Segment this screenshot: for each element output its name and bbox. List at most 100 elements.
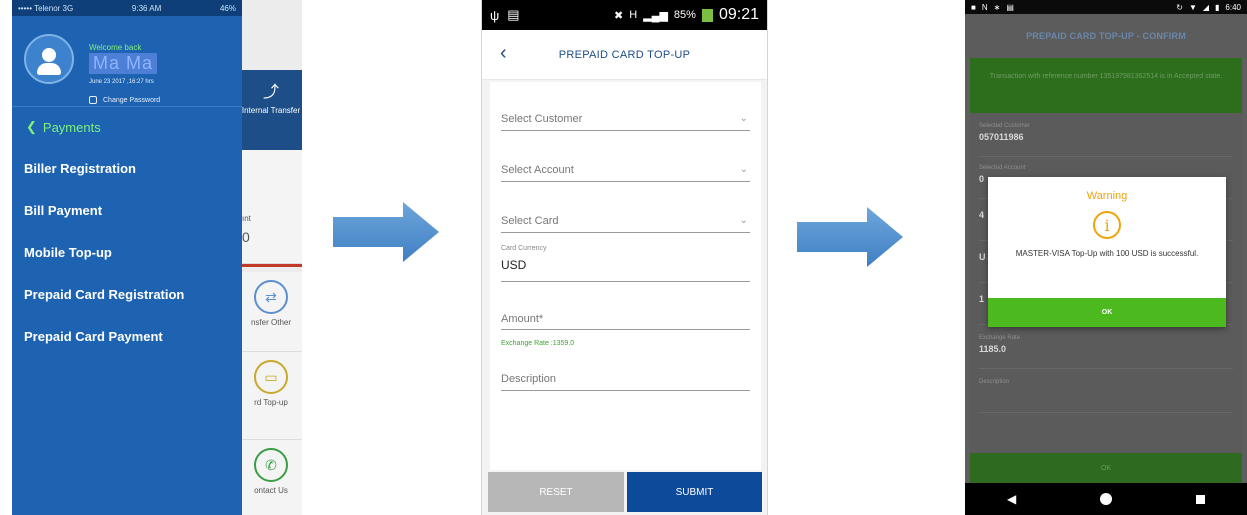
profile-header: Welcome back Ma Ma June 23 2017 ,16:27 h… (12, 16, 242, 106)
image-icon: ▤ (1006, 2, 1014, 12)
dialog-ok-button[interactable]: OK (988, 298, 1226, 327)
change-password-link[interactable]: Change Password (89, 96, 160, 104)
submit-button[interactable]: SUBMIT (627, 472, 762, 512)
transaction-banner: Transaction with reference number 135137… (970, 58, 1242, 113)
exchange-rate-label: Exchange Rate (979, 335, 1021, 341)
warning-dialog: Warning i MASTER-VISA Top-Up with 100 US… (988, 177, 1226, 327)
status-bar: ••••• Telenor 3G 9:36 AM 46% (12, 0, 242, 16)
transfer-other-icon: ⇄ (254, 280, 288, 314)
user-icon-body (37, 63, 61, 75)
status-bar: ■ N ∗ ▤ ↻ ▼ ◢ ▮ 6:40 (965, 0, 1247, 14)
lock-icon (89, 96, 97, 104)
customer-select[interactable]: Select Customer ⌄ (501, 109, 750, 131)
internal-transfer-label: Internal Transfer (241, 106, 301, 115)
background-card-topup-label: rd Top-up (254, 398, 288, 407)
mute-icon: ✖ (614, 9, 624, 22)
amount-placeholder: Amount* (501, 313, 544, 325)
n-icon: N (981, 2, 988, 12)
selected-customer-label: Selected Customer (979, 123, 1031, 129)
description-row: Description (979, 379, 1233, 413)
card-currency-label: Card Currency (501, 245, 547, 252)
menu-item-prepaid-card-registration[interactable]: Prepaid Card Registration (12, 273, 242, 315)
bluetooth-icon: ∗ (993, 2, 1001, 12)
navigation-drawer: ••••• Telenor 3G 9:36 AM 46% Welcome bac… (12, 0, 242, 515)
transfer-icon: ⤴ (262, 84, 279, 101)
exchange-rate-value: 1185.0 (979, 344, 1007, 354)
selected-account-label: Selected Account (979, 165, 1026, 171)
battery-icon (701, 8, 713, 22)
description-placeholder: Description (501, 373, 557, 385)
chevron-down-icon: ⌄ (739, 215, 748, 226)
card-topup-icon: ▭ (254, 360, 288, 394)
background-transfer-other-tile[interactable]: ⇄ nsfer Other (240, 272, 302, 352)
flow-canvas: ınt 0 ⇄ nsfer Other ▭ rd Top-up ✆ ontact… (0, 0, 1247, 515)
background-contact-label: ontact Us (254, 486, 288, 495)
status-bar: ψ ▤ ✖ H ▂▄▆ 85% 09:21 (482, 0, 767, 30)
internal-transfer-shortcut[interactable]: ⤴ Internal Transfer (240, 78, 302, 115)
chevron-left-icon[interactable]: ‹ (500, 42, 507, 65)
description-label: Description (979, 379, 1010, 385)
screen-topup-confirm: ■ N ∗ ▤ ↻ ▼ ◢ ▮ 6:40 PREPAID CARD TOP-UP… (965, 0, 1247, 515)
account-select[interactable]: Select Account ⌄ (501, 160, 750, 182)
info-icon: i (1093, 211, 1121, 239)
description-input[interactable]: Description (501, 369, 750, 391)
battery-icon: ▮ (1215, 2, 1220, 12)
user-name: Ma Ma (89, 53, 158, 74)
account-select-placeholder: Select Account (501, 164, 574, 176)
amount-input[interactable]: Amount* (501, 309, 750, 330)
form-card: Select Customer ⌄ Select Account ⌄ Selec… (490, 82, 761, 470)
page-title: PREPAID CARD TOP-UP (558, 48, 691, 61)
network-type: H (629, 9, 638, 21)
welcome-text: Welcome back (89, 43, 142, 52)
background-contact-tile[interactable]: ✆ ontact Us (240, 440, 302, 515)
signal-icon: ▂▄▆ (643, 9, 668, 22)
card-select-placeholder: Select Card (501, 215, 559, 227)
background-amount-label: ınt (242, 214, 251, 223)
change-password-label: Change Password (103, 96, 161, 104)
status-time: 09:21 (718, 6, 759, 23)
screen-side-menu: ınt 0 ⇄ nsfer Other ▭ rd Top-up ✆ ontact… (12, 0, 302, 515)
flow-arrow-right-icon (797, 207, 903, 267)
menu-list: ❮ Payments Biller Registration Bill Paym… (12, 106, 242, 357)
menu-item-prepaid-card-payment[interactable]: Prepaid Card Payment (12, 315, 242, 357)
dialog-title: Warning (1086, 190, 1128, 202)
avatar[interactable] (24, 34, 74, 84)
user-icon (42, 48, 56, 62)
menu-item-mobile-topup[interactable]: Mobile Top-up (12, 231, 242, 273)
background-transfer-other-label: nsfer Other (250, 318, 291, 327)
status-time: 9:36 AM (131, 3, 162, 13)
image-icon: ▤ (507, 7, 520, 22)
signal-icon: ◢ (1202, 2, 1210, 12)
menu-item-biller-registration[interactable]: Biller Registration (12, 147, 242, 189)
chevron-down-icon: ⌄ (739, 113, 748, 124)
usb-icon: ψ (490, 7, 500, 23)
carrier-label: ••••• Telenor 3G (18, 3, 74, 13)
battery-level: 85% (673, 9, 696, 21)
status-time: 6:40 (1225, 2, 1241, 12)
screen-prepaid-topup-form: ψ ▤ ✖ H ▂▄▆ 85% 09:21 ‹ PREPAID CARD TOP… (481, 0, 768, 515)
exchange-rate-row: Exchange Rate 1185.0 (979, 335, 1233, 369)
exchange-rate-text: Exchange Rate :1359.0 (501, 340, 575, 347)
flow-arrow-right-icon (333, 202, 439, 262)
background-amount: 0 (242, 229, 250, 245)
background-amount-tile: ınt 0 (240, 150, 302, 264)
selected-customer-row: Selected Customer 057011986 (979, 123, 1233, 157)
card-currency-field: Card Currency USD (501, 245, 750, 282)
card-select[interactable]: Select Card ⌄ (501, 211, 750, 233)
wifi-icon: ▼ (1188, 2, 1197, 12)
menu-back-label: Payments (42, 119, 101, 135)
menu-item-bill-payment[interactable]: Bill Payment (12, 189, 242, 231)
home-circle-icon[interactable] (1100, 493, 1113, 505)
background-card-topup-tile[interactable]: ▭ rd Top-up (240, 352, 302, 440)
phone-icon: ✆ (254, 448, 288, 482)
battery-level: 46% (219, 3, 236, 13)
reset-button[interactable]: RESET (488, 472, 624, 512)
sync-icon: ↻ (1176, 2, 1183, 12)
menu-back-payments[interactable]: ❮ Payments (12, 106, 242, 147)
android-nav-bar: ◀ (965, 483, 1247, 515)
chevron-left-icon: ❮ (26, 119, 37, 134)
confirm-ok-button[interactable]: OK (970, 453, 1242, 483)
recents-square-icon[interactable] (1196, 494, 1206, 504)
back-triangle-icon[interactable]: ◀ (1007, 492, 1016, 506)
last-login: June 23 2017 ,16:27 hrs (89, 79, 154, 85)
